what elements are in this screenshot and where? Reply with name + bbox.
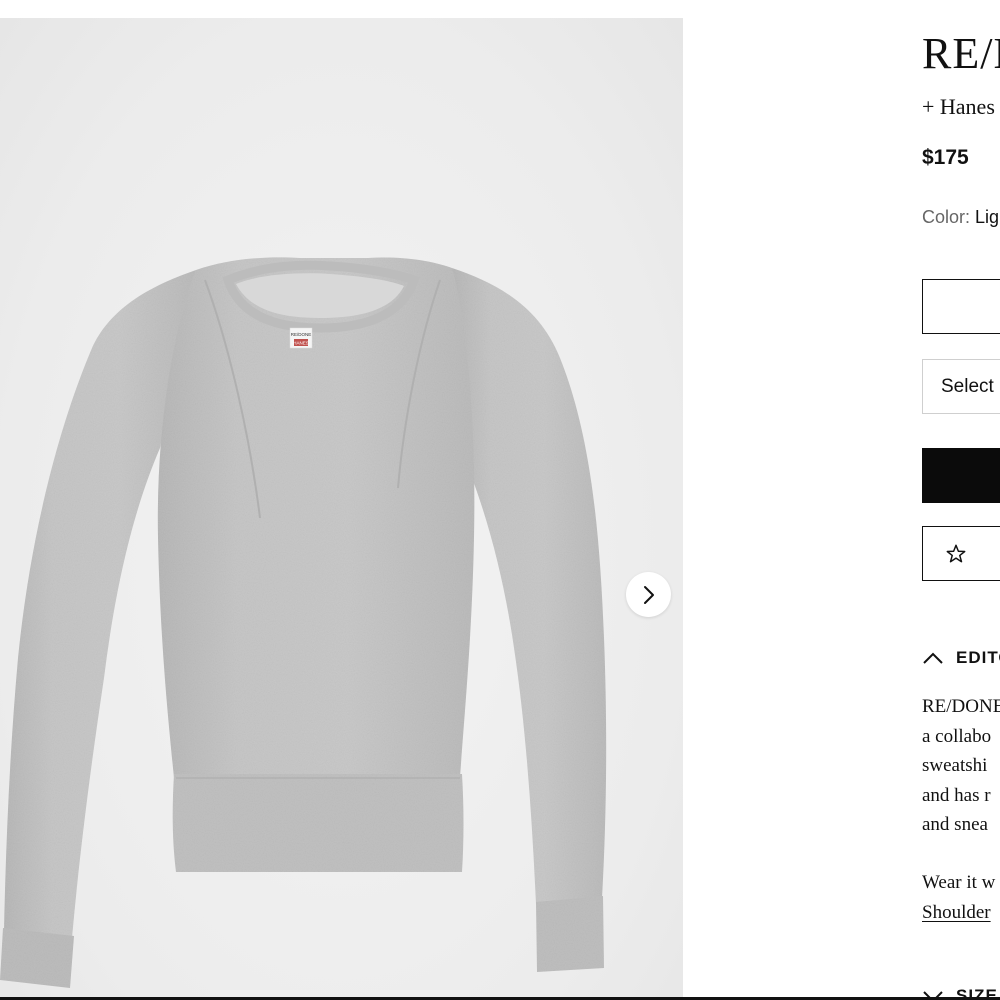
label-tag-line1: RE/DONE <box>291 332 312 337</box>
star-icon <box>946 544 966 562</box>
label-tag-line2: HANES <box>293 341 309 346</box>
size-select[interactable]: Select <box>922 359 1000 414</box>
wear-text: Wear it w <box>922 872 996 893</box>
chevron-right-icon <box>643 585 654 604</box>
editors-notes-toggle[interactable]: EDITORS' NOTES <box>922 646 1000 670</box>
color-row: Color: Light gray <box>922 207 1000 228</box>
product-info-panel: RE/DONE + Hanes $175 Color: Light gray S… <box>922 0 1000 1000</box>
shoulder-bag-link[interactable]: Shoulder <box>922 898 995 928</box>
notes-line: and has r <box>922 784 991 806</box>
notes-line: sweatshi <box>922 755 988 776</box>
collaboration-name: + Hanes <box>922 94 995 119</box>
editors-notes-text: RE/DONE a collabo sweatshi and has r and… <box>922 692 1000 840</box>
brand-name[interactable]: RE/DONE <box>922 28 1000 79</box>
top-strip <box>0 0 1000 18</box>
chevron-up-icon <box>923 652 943 664</box>
color-value: Light gray <box>975 207 1000 227</box>
editors-notes-title: EDITORS' NOTES <box>956 648 1000 667</box>
size-select-label: Select <box>941 375 994 397</box>
add-to-bag-button[interactable] <box>922 448 1000 503</box>
product-price: $175 <box>922 146 969 169</box>
color-label: Color: <box>922 207 971 227</box>
hem-band <box>172 774 464 872</box>
right-sleeve <box>452 268 607 904</box>
wear-it-with: Wear it w Shoulder <box>922 868 995 927</box>
notes-line: and snea <box>922 814 988 835</box>
sweater-body <box>157 257 475 778</box>
right-cuff <box>536 896 604 972</box>
wishlist-button[interactable] <box>922 526 1000 581</box>
color-swatch-box[interactable] <box>922 279 1000 334</box>
gallery-next-button[interactable] <box>626 572 671 617</box>
product-image: RE/DONE HANES <box>0 257 607 988</box>
product-gallery[interactable]: RE/DONE HANES <box>0 18 683 1000</box>
left-cuff <box>0 928 74 988</box>
notes-line: RE/DONE <box>922 696 1000 717</box>
notes-line: a collabo <box>922 725 992 747</box>
